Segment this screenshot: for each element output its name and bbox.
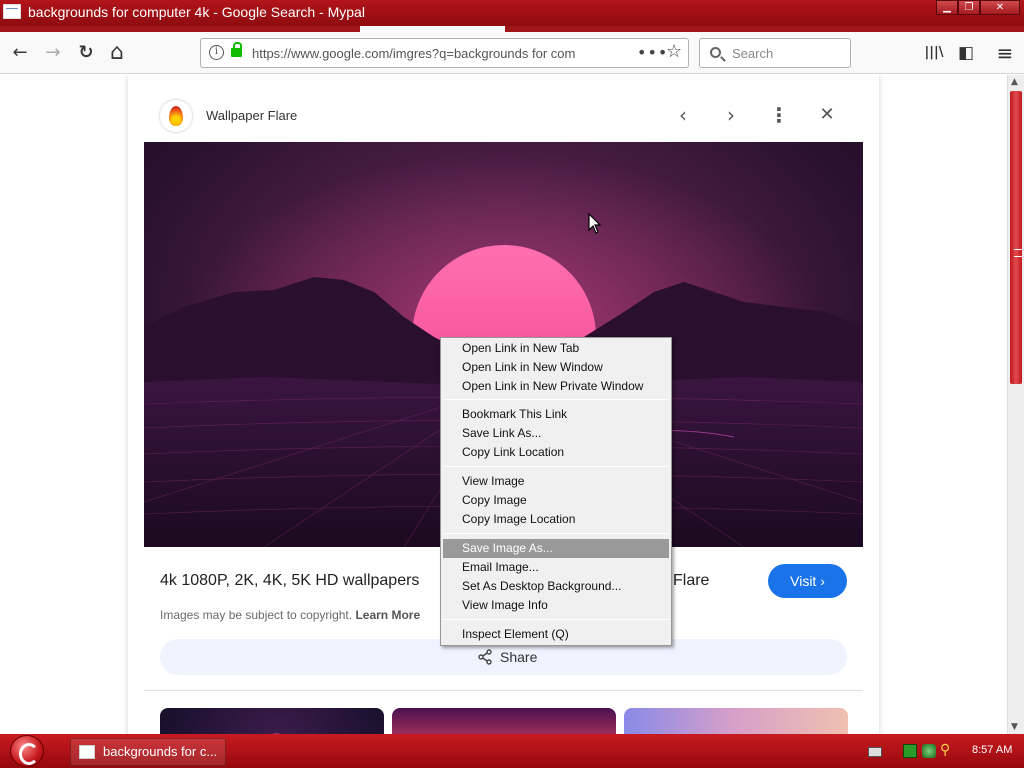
forward-button[interactable]: →	[42, 42, 64, 64]
visit-button[interactable]: Visit ›	[768, 564, 847, 598]
menu-separator	[443, 619, 669, 620]
related-image-thumbnail[interactable]	[392, 708, 616, 734]
scroll-down-arrow-icon[interactable]: ▼	[1011, 722, 1018, 732]
menu-item-open-link-new-window[interactable]: Open Link in New Window	[443, 358, 669, 377]
menu-item-copy-link-location[interactable]: Copy Link Location	[443, 443, 669, 462]
search-tray-icon[interactable]: ⚲	[940, 743, 954, 757]
menu-separator	[443, 466, 669, 467]
scrollbar-thumb[interactable]	[1010, 91, 1022, 384]
start-orb-icon[interactable]	[10, 735, 44, 767]
window-controls: ▁ ❐ ✕	[936, 0, 1020, 16]
keyboard-icon[interactable]	[868, 747, 882, 757]
next-image-button[interactable]: ›	[719, 103, 743, 127]
scrollbar-grip	[1014, 249, 1022, 257]
taskbar-clock[interactable]: 8:57 AM	[972, 744, 1012, 756]
related-image-thumbnail[interactable]	[160, 708, 384, 734]
app-icon	[3, 4, 21, 19]
menu-item-open-link-new-tab[interactable]: Open Link in New Tab	[443, 339, 669, 358]
menu-item-view-image-info[interactable]: View Image Info	[443, 596, 669, 615]
page-scrollbar[interactable]: ▲ ▼	[1007, 75, 1024, 734]
cursor-icon	[588, 212, 602, 239]
browser-window-icon	[79, 745, 95, 759]
image-title-tail[interactable]: Flare	[673, 572, 709, 590]
menu-item-open-link-private-window[interactable]: Open Link in New Private Window	[443, 377, 669, 396]
network-icon[interactable]	[903, 744, 917, 758]
menu-item-view-image[interactable]: View Image	[443, 472, 669, 491]
share-icon	[477, 649, 493, 669]
source-logo[interactable]	[160, 100, 192, 132]
menu-item-bookmark-link[interactable]: Bookmark This Link	[443, 405, 669, 424]
minimize-button[interactable]: ▁	[936, 0, 958, 15]
lock-icon	[231, 42, 242, 57]
info-icon[interactable]: i	[209, 45, 224, 60]
page-actions-button[interactable]: •••	[637, 43, 668, 62]
menu-item-copy-image[interactable]: Copy Image	[443, 491, 669, 510]
menu-item-save-link-as[interactable]: Save Link As...	[443, 424, 669, 443]
search-icon	[710, 47, 721, 58]
search-input[interactable]: Search	[699, 38, 851, 68]
reload-button[interactable]: ↻	[75, 42, 97, 64]
learn-more-link[interactable]: Learn More	[355, 608, 420, 622]
previous-image-button[interactable]: ‹	[671, 103, 695, 127]
home-button[interactable]: ⌂	[106, 42, 128, 64]
window-title-bar: backgrounds for computer 4k - Google Sea…	[0, 0, 1024, 26]
menu-item-save-image-as[interactable]: Save Image As...	[443, 539, 669, 558]
security-icon[interactable]	[922, 744, 936, 758]
more-options-button[interactable]: ⋮	[767, 103, 791, 127]
taskbar: backgrounds for c... ⚲ 8:57 AM	[0, 734, 1024, 768]
taskbar-window-button[interactable]: backgrounds for c...	[70, 738, 226, 766]
menu-separator	[443, 533, 669, 534]
library-icon[interactable]: |||\	[923, 42, 945, 64]
context-menu: Open Link in New Tab Open Link in New Wi…	[440, 337, 672, 646]
share-label: Share	[500, 649, 538, 665]
menu-item-copy-image-location[interactable]: Copy Image Location	[443, 510, 669, 529]
scroll-up-arrow-icon[interactable]: ▲	[1011, 77, 1018, 87]
menu-item-inspect-element[interactable]: Inspect Element (Q)	[443, 625, 669, 644]
panel-divider	[144, 690, 863, 691]
sidebar-icon[interactable]: ◧	[955, 42, 977, 64]
menu-item-set-desktop-background[interactable]: Set As Desktop Background...	[443, 577, 669, 596]
copyright-text: Images may be subject to copyright.	[160, 608, 353, 622]
window-title: backgrounds for computer 4k - Google Sea…	[28, 4, 365, 20]
flame-logo-icon	[169, 106, 183, 126]
hamburger-menu-icon[interactable]: ≡	[994, 42, 1016, 64]
url-bar[interactable]: i https://www.google.com/imgres?q=backgr…	[200, 38, 689, 68]
menu-item-email-image[interactable]: Email Image...	[443, 558, 669, 577]
related-image-thumbnail[interactable]	[624, 708, 848, 734]
copyright-notice: Images may be subject to copyright. Lear…	[160, 608, 420, 622]
close-panel-button[interactable]: ✕	[815, 103, 839, 127]
back-button[interactable]: ←	[9, 42, 31, 64]
url-text[interactable]: https://www.google.com/imgres?q=backgrou…	[252, 46, 602, 61]
search-placeholder: Search	[732, 46, 774, 61]
star-icon[interactable]: ☆	[666, 41, 682, 62]
menu-separator	[443, 399, 669, 400]
source-name[interactable]: Wallpaper Flare	[206, 108, 297, 123]
taskbar-window-label: backgrounds for c...	[103, 744, 218, 759]
close-window-button[interactable]: ✕	[980, 0, 1020, 15]
maximize-button[interactable]: ❐	[958, 0, 980, 15]
image-title[interactable]: 4k 1080P, 2K, 4K, 5K HD wallpapers	[160, 572, 419, 590]
navigation-toolbar: ← → ↻ ⌂ i https://www.google.com/imgres?…	[0, 32, 1024, 74]
